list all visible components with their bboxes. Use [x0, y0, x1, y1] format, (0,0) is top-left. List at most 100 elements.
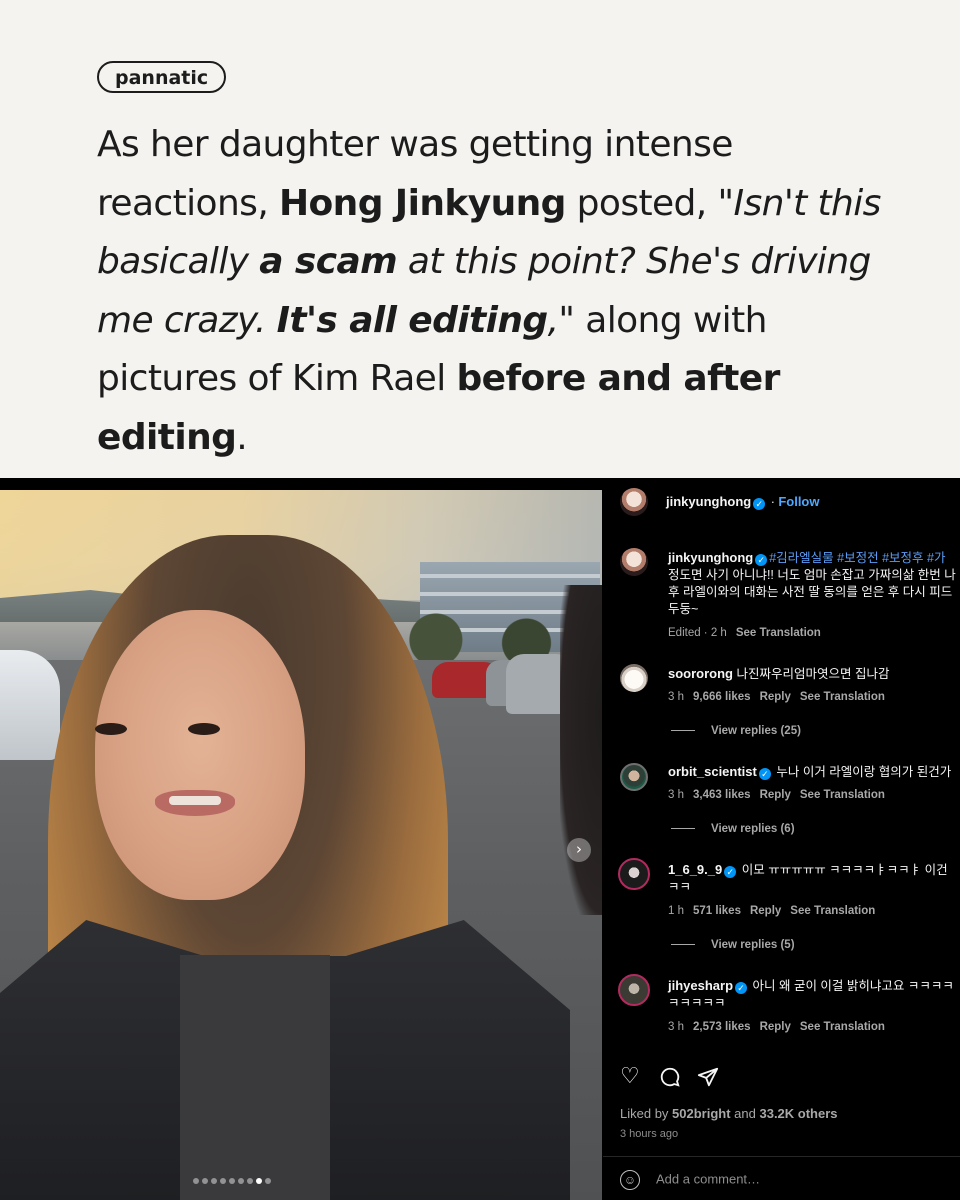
see-translation-link[interactable]: See Translation — [800, 789, 885, 801]
liked-mid: and — [730, 1106, 760, 1121]
carousel-dot — [256, 1178, 262, 1184]
caption-line: 정도면 사기 아니냐!! 너도 엄마 손잡고 가짜의삶 한번 나 — [668, 568, 956, 582]
comment-meta: 1 h 571 likes Reply See Translation — [668, 905, 875, 917]
share-icon-svg — [697, 1067, 719, 1087]
reply-button[interactable]: Reply — [760, 789, 791, 801]
commenter-avatar[interactable] — [620, 664, 648, 692]
post-time: 3 hours ago — [620, 1128, 679, 1140]
caption-meta: Edited · 2 h See Translation — [668, 627, 821, 639]
post-header: jinkyunghong ✓ · Follow — [666, 494, 820, 510]
commenter-avatar[interactable] — [618, 858, 650, 890]
comment-likes[interactable]: 3,463 likes — [693, 789, 751, 801]
see-translation-link[interactable]: See Translation — [736, 627, 821, 639]
photo-smile — [155, 790, 235, 816]
carousel-dot — [220, 1178, 226, 1184]
post-sidebar: jinkyunghong ✓ · Follow jinkyunghong ✓ #김라엘… — [603, 478, 960, 1200]
photo-person-face — [95, 610, 305, 900]
view-replies-button[interactable]: View replies (6) — [671, 823, 795, 835]
brand-badge: pannatic — [97, 61, 227, 93]
comment-meta: 3 h 2,573 likes Reply See Translation — [668, 1021, 885, 1033]
commenter-avatar[interactable] — [620, 763, 648, 791]
comment-text: 1_6_9._9 ✓ 이모 ㅠㅠㅠㅠㅠ ㅋㅋㅋㅋㅑㅋㅋㅑ 이건 — [668, 862, 948, 878]
liked-by-user[interactable]: 502bright — [672, 1106, 731, 1121]
comment-placeholder: Add a comment… — [656, 1171, 761, 1187]
carousel-dot — [211, 1178, 217, 1184]
reply-button[interactable]: Reply — [750, 905, 781, 917]
author-avatar[interactable] — [620, 488, 648, 516]
comment-text: orbit_scientist ✓ 누나 이거 라엘이랑 협의가 된건가 — [668, 764, 951, 780]
comment-body: 나진짜우리엄마엿으면 집나감 — [736, 667, 890, 681]
see-translation-link[interactable]: See Translation — [800, 691, 885, 703]
view-replies-button[interactable]: View replies (25) — [671, 725, 801, 737]
comment-time: 1 h — [668, 905, 684, 917]
share-icon[interactable] — [697, 1066, 719, 1093]
comment-icon[interactable] — [659, 1066, 681, 1093]
headline-part: . — [236, 416, 248, 458]
comment-meta: 3 h 3,463 likes Reply See Translation — [668, 789, 885, 801]
quote-bold: It's all editing — [276, 299, 549, 341]
photo-car — [0, 650, 60, 760]
author-username[interactable]: jinkyunghong — [666, 494, 751, 509]
carousel-dot — [238, 1178, 244, 1184]
carousel-dot — [247, 1178, 253, 1184]
caption-line: 두둥~ — [668, 602, 699, 616]
comment-body: 이모 ㅠㅠㅠㅠㅠ ㅋㅋㅋㅋㅑㅋㅋㅑ 이건 — [741, 863, 948, 877]
caption-hashtags[interactable]: #김라엘실물 #보정전 #보정후 #가 — [769, 551, 945, 565]
caption-username[interactable]: jinkyunghong — [668, 550, 753, 565]
comment-input[interactable]: ☺ Add a comment… — [620, 1170, 760, 1190]
comment-text: soororong 나진짜우리엄마엿으면 집나감 — [668, 666, 889, 682]
caption-time: Edited · 2 h — [668, 627, 727, 639]
carousel-dots — [193, 1178, 271, 1184]
headline-text: As her daughter was getting intense reac… — [97, 116, 897, 467]
liked-prefix: Liked by — [620, 1106, 673, 1121]
carousel-dot — [229, 1178, 235, 1184]
comment-username[interactable]: 1_6_9._9 — [668, 862, 722, 877]
headline-part: posted, — [565, 182, 718, 224]
comment-text: jihyesharp ✓ 아니 왜 굳이 이걸 밝히냐고요 ㅋㅋㅋㅋ — [668, 978, 954, 994]
instagram-post-screenshot: › jinkyunghong ✓ · Follow jinkyunghong ✓ #김… — [0, 478, 960, 1200]
carousel-dot — [265, 1178, 271, 1184]
quote-bold: a scam — [259, 241, 398, 282]
divider — [603, 1156, 960, 1157]
comment-body: 아니 왜 굳이 이걸 밝히냐고요 ㅋㅋㅋㅋ — [752, 979, 954, 993]
comment-username[interactable]: soororong — [668, 666, 733, 681]
heart-icon[interactable]: ♡ — [620, 1066, 640, 1088]
view-replies-button[interactable]: View replies (5) — [671, 939, 795, 951]
verified-badge-icon: ✓ — [735, 982, 748, 994]
quote-part: ," — [547, 299, 575, 341]
reply-button[interactable]: Reply — [760, 1021, 791, 1033]
emoji-icon[interactable]: ☺ — [620, 1170, 640, 1190]
verified-badge-icon: ✓ — [758, 768, 771, 780]
liked-by-text: Liked by 502bright and 33.2K others — [620, 1106, 838, 1121]
comment-likes[interactable]: 2,573 likes — [693, 1021, 751, 1033]
carousel-dot — [193, 1178, 199, 1184]
photo-person-shirt — [180, 955, 330, 1200]
comment-text-line2: ㅋㅋㅋㅋㅋ — [668, 996, 726, 1010]
carousel-dot — [202, 1178, 208, 1184]
caption-avatar[interactable] — [620, 548, 648, 576]
photo-eye — [188, 723, 220, 735]
caption-line: 후 라엘이와의 대화는 사전 딸 동의를 얻은 후 다시 피드 — [668, 585, 953, 599]
likes-count[interactable]: 33.2K others — [759, 1106, 837, 1121]
verified-badge-icon: ✓ — [753, 498, 766, 510]
comment-username[interactable]: jihyesharp — [668, 978, 733, 993]
comment-body: 누나 이거 라엘이랑 협의가 된건가 — [776, 765, 952, 779]
see-translation-link[interactable]: See Translation — [800, 1021, 885, 1033]
photo-eye — [95, 723, 127, 735]
comment-likes[interactable]: 571 likes — [693, 905, 741, 917]
headline-bold-name: Hong Jinkyung — [279, 182, 566, 224]
comment-username[interactable]: orbit_scientist — [668, 764, 757, 779]
post-photo[interactable]: › — [0, 490, 602, 1200]
caption-line: jinkyunghong ✓ #김라엘실물 #보정전 #보정후 #가 — [668, 550, 945, 566]
separator-dot: · — [767, 495, 779, 509]
commenter-avatar[interactable] — [618, 974, 650, 1006]
comment-likes[interactable]: 9,666 likes — [693, 691, 751, 703]
see-translation-link[interactable]: See Translation — [790, 905, 875, 917]
reply-button[interactable]: Reply — [760, 691, 791, 703]
comment-time: 3 h — [668, 789, 684, 801]
comment-icon-svg — [660, 1067, 680, 1087]
verified-badge-icon: ✓ — [724, 866, 737, 878]
comment-text-line2: ㅋㅋ — [668, 880, 692, 894]
follow-button[interactable]: Follow — [778, 494, 819, 509]
chevron-right-icon[interactable]: › — [567, 838, 591, 862]
